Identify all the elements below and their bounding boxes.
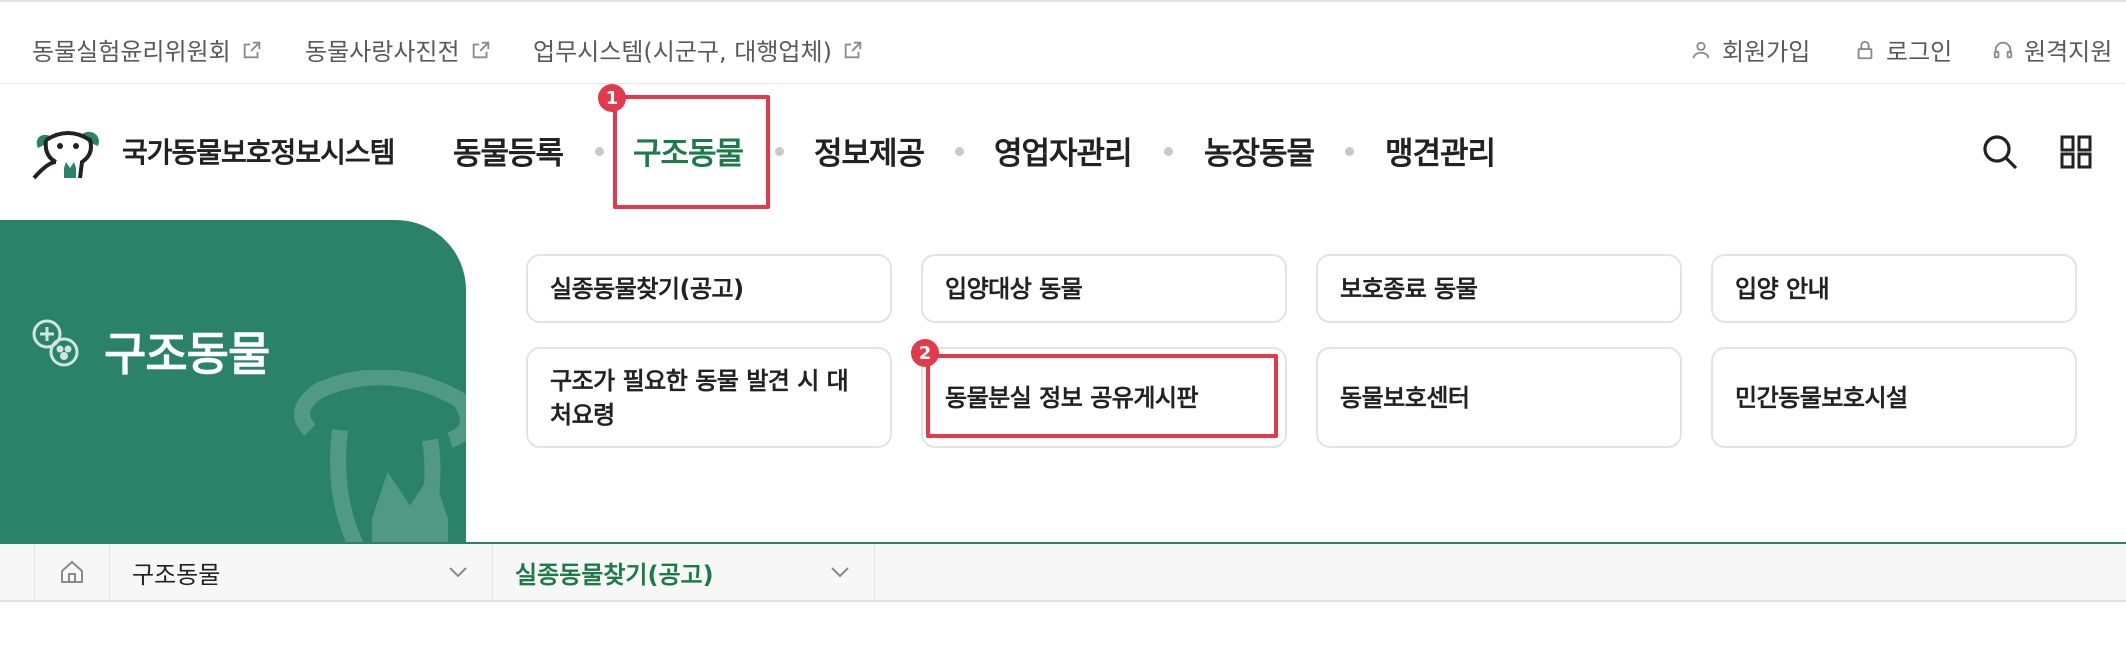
nav-separator	[775, 147, 784, 156]
lock-icon	[1857, 40, 1873, 59]
util-link-label: 동물실험윤리위원회	[32, 38, 231, 66]
util-link-photo[interactable]: 동물사랑사진전	[305, 32, 492, 67]
signup-label: 회원가입	[1722, 38, 1811, 66]
submenu-private-shelter[interactable]: 민간동물보호시설	[1711, 347, 2077, 448]
paw-badge-icon	[32, 319, 79, 367]
gnb-item-business[interactable]: 영업자관리	[994, 128, 1133, 173]
nav-separator	[1345, 147, 1354, 156]
external-link-icon	[844, 41, 862, 58]
submenu-label: 구조가 필요한 동물 발견 시 대처요령	[550, 366, 849, 429]
nav-separator	[955, 147, 964, 156]
breadcrumb: 구조동물 실종동물찾기(공고)	[0, 544, 2126, 602]
annotation-badge-2: 2	[911, 339, 939, 367]
util-link-label: 업무시스템(시군구, 대행업체)	[533, 38, 832, 66]
section-panel: 구조동물	[0, 220, 466, 544]
gnb-item-info[interactable]: 정보제공	[814, 128, 925, 173]
chevron-down-icon	[449, 567, 467, 578]
breadcrumb-level2[interactable]: 실종동물찾기(공고)	[493, 544, 875, 600]
submenu-adoptable[interactable]: 입양대상 동물	[921, 254, 1287, 323]
submenu-label: 민간동물보호시설	[1735, 383, 1908, 412]
submenu-adoption-guide[interactable]: 입양 안내	[1711, 254, 2077, 323]
nav-separator	[1164, 147, 1173, 156]
dog-logo-icon	[32, 131, 99, 180]
breadcrumb-level1[interactable]: 구조동물	[110, 544, 493, 600]
submenu-lost-animal[interactable]: 실종동물찾기(공고)	[526, 254, 892, 323]
submenu-label: 동물보호센터	[1340, 383, 1470, 412]
utility-bar: 동물실험윤리위원회 동물사랑사진전 업무시스템(시군구, 대행업체) 회원가입 …	[0, 0, 2126, 84]
highlight-box-1	[613, 95, 770, 209]
external-link-icon	[243, 41, 260, 58]
util-link-label: 동물사랑사진전	[305, 38, 460, 66]
highlight-box-2	[926, 354, 1278, 438]
logo-text: 국가동물보호정보시스템	[122, 136, 395, 169]
submenu-protection-center[interactable]: 동물보호센터	[1316, 347, 1682, 448]
util-link-ethics[interactable]: 동물실험윤리위원회	[32, 32, 263, 67]
home-icon	[61, 560, 83, 583]
gnb-item-farm[interactable]: 농장동물	[1204, 128, 1315, 173]
breadcrumb-home[interactable]	[34, 544, 110, 600]
login-link[interactable]: 로그인	[1854, 32, 1952, 67]
remote-support-link[interactable]: 원격지원	[1992, 32, 2112, 67]
remote-support-label: 원격지원	[2024, 38, 2113, 66]
grid-menu-icon[interactable]	[2056, 132, 2096, 172]
nav-separator	[595, 147, 604, 156]
submenu-protection-ended[interactable]: 보호종료 동물	[1316, 254, 1682, 323]
submenu-label: 입양대상 동물	[945, 274, 1083, 303]
submenu-rescue-guide[interactable]: 구조가 필요한 동물 발견 시 대처요령	[526, 347, 892, 448]
headset-icon	[1993, 41, 2013, 58]
dog-silhouette-watermark	[294, 370, 466, 544]
chevron-down-icon	[831, 567, 849, 578]
signup-link[interactable]: 회원가입	[1690, 32, 1810, 67]
submenu-label: 실종동물찾기(공고)	[550, 274, 744, 303]
breadcrumb-level2-label: 실종동물찾기(공고)	[515, 560, 714, 589]
search-icon[interactable]	[1980, 132, 2020, 172]
panel-title: 구조동물	[104, 327, 270, 381]
gnb-item-dangerous-dog[interactable]: 맹견관리	[1385, 128, 1496, 173]
site-logo[interactable]: 국가동물보호정보시스템	[30, 122, 395, 180]
gnb-item-registration[interactable]: 동물등록	[453, 128, 564, 173]
util-link-work-system[interactable]: 업무시스템(시군구, 대행업체)	[533, 32, 864, 67]
submenu-label: 입양 안내	[1735, 274, 1830, 303]
user-icon	[1692, 41, 1710, 58]
submenu-label: 보호종료 동물	[1340, 274, 1478, 303]
external-link-icon	[472, 41, 489, 58]
annotation-badge-1: 1	[598, 84, 626, 112]
breadcrumb-level1-label: 구조동물	[132, 560, 221, 589]
login-label: 로그인	[1886, 38, 1953, 66]
